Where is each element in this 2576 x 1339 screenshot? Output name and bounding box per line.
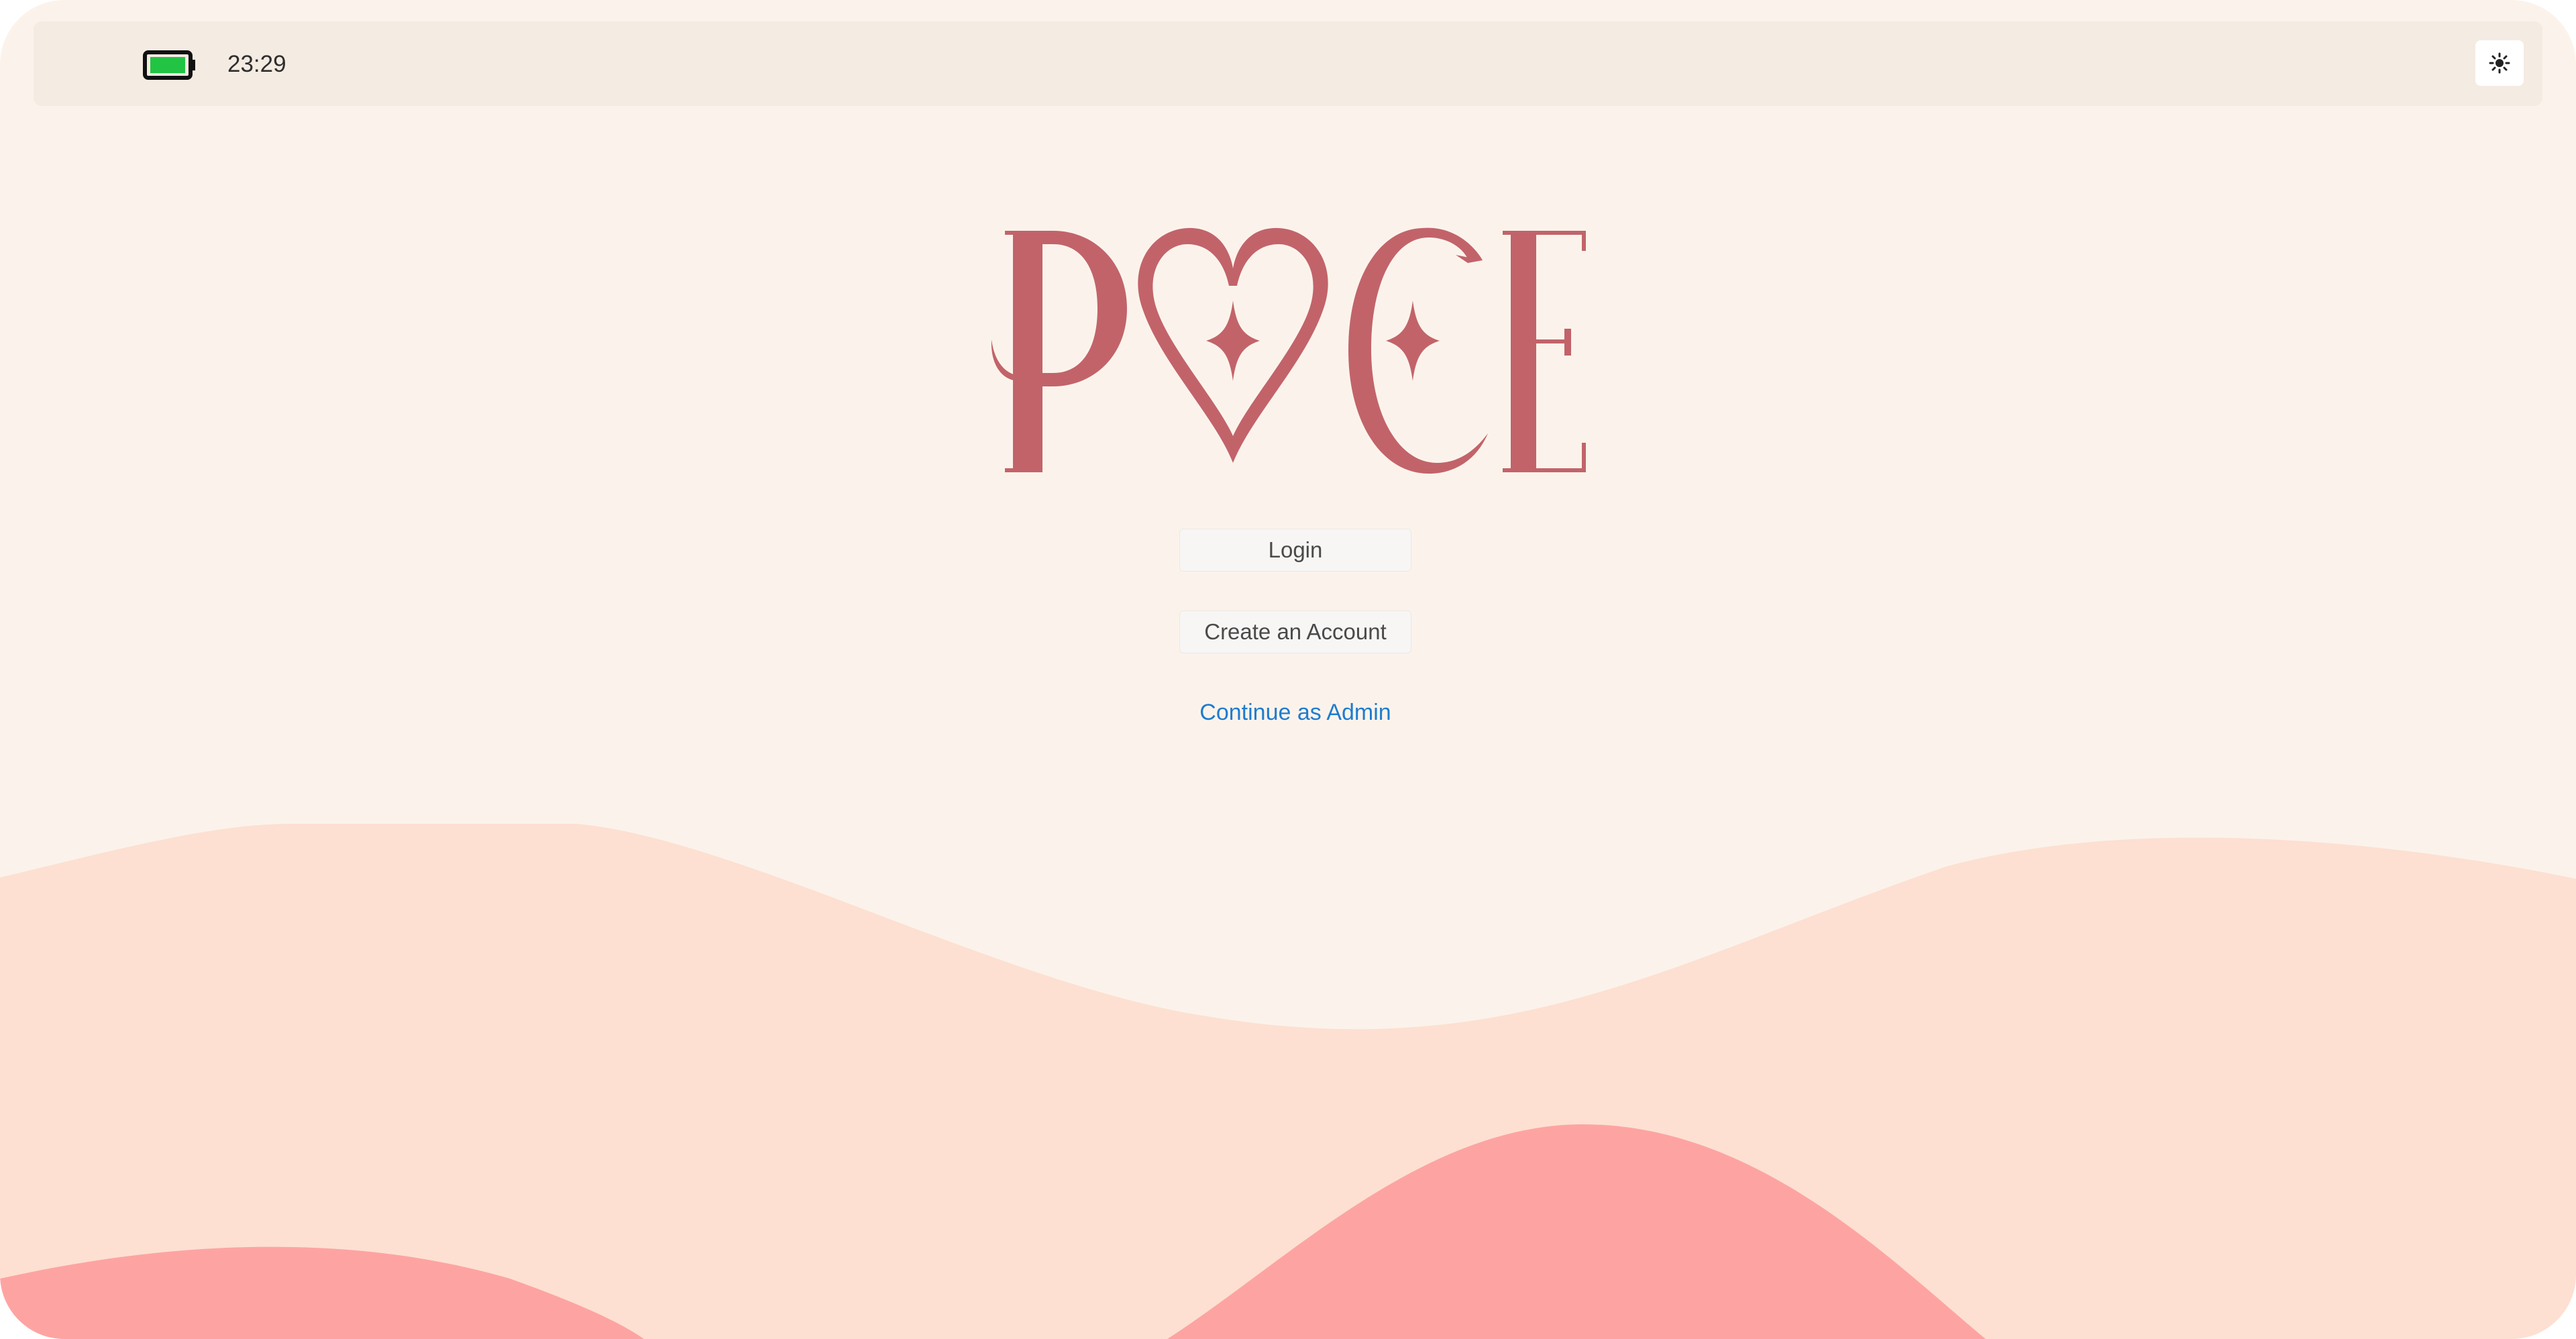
star-icon xyxy=(1386,301,1440,381)
place-logo xyxy=(991,227,1586,474)
status-time: 23:29 xyxy=(227,51,286,77)
sun-icon xyxy=(2489,52,2510,74)
star-icon xyxy=(1206,301,1260,381)
login-button[interactable]: Login xyxy=(1179,529,1411,572)
status-bar: 23:29 xyxy=(34,21,2542,106)
battery-full-icon xyxy=(143,50,195,80)
create-account-button[interactable]: Create an Account xyxy=(1179,610,1411,653)
continue-as-admin-link[interactable]: Continue as Admin xyxy=(1140,698,1450,727)
theme-toggle-button[interactable] xyxy=(2475,40,2524,86)
app-screen: 23:29 Login Create an Account Continue a… xyxy=(0,0,2576,1339)
background-waves xyxy=(0,824,2576,1339)
